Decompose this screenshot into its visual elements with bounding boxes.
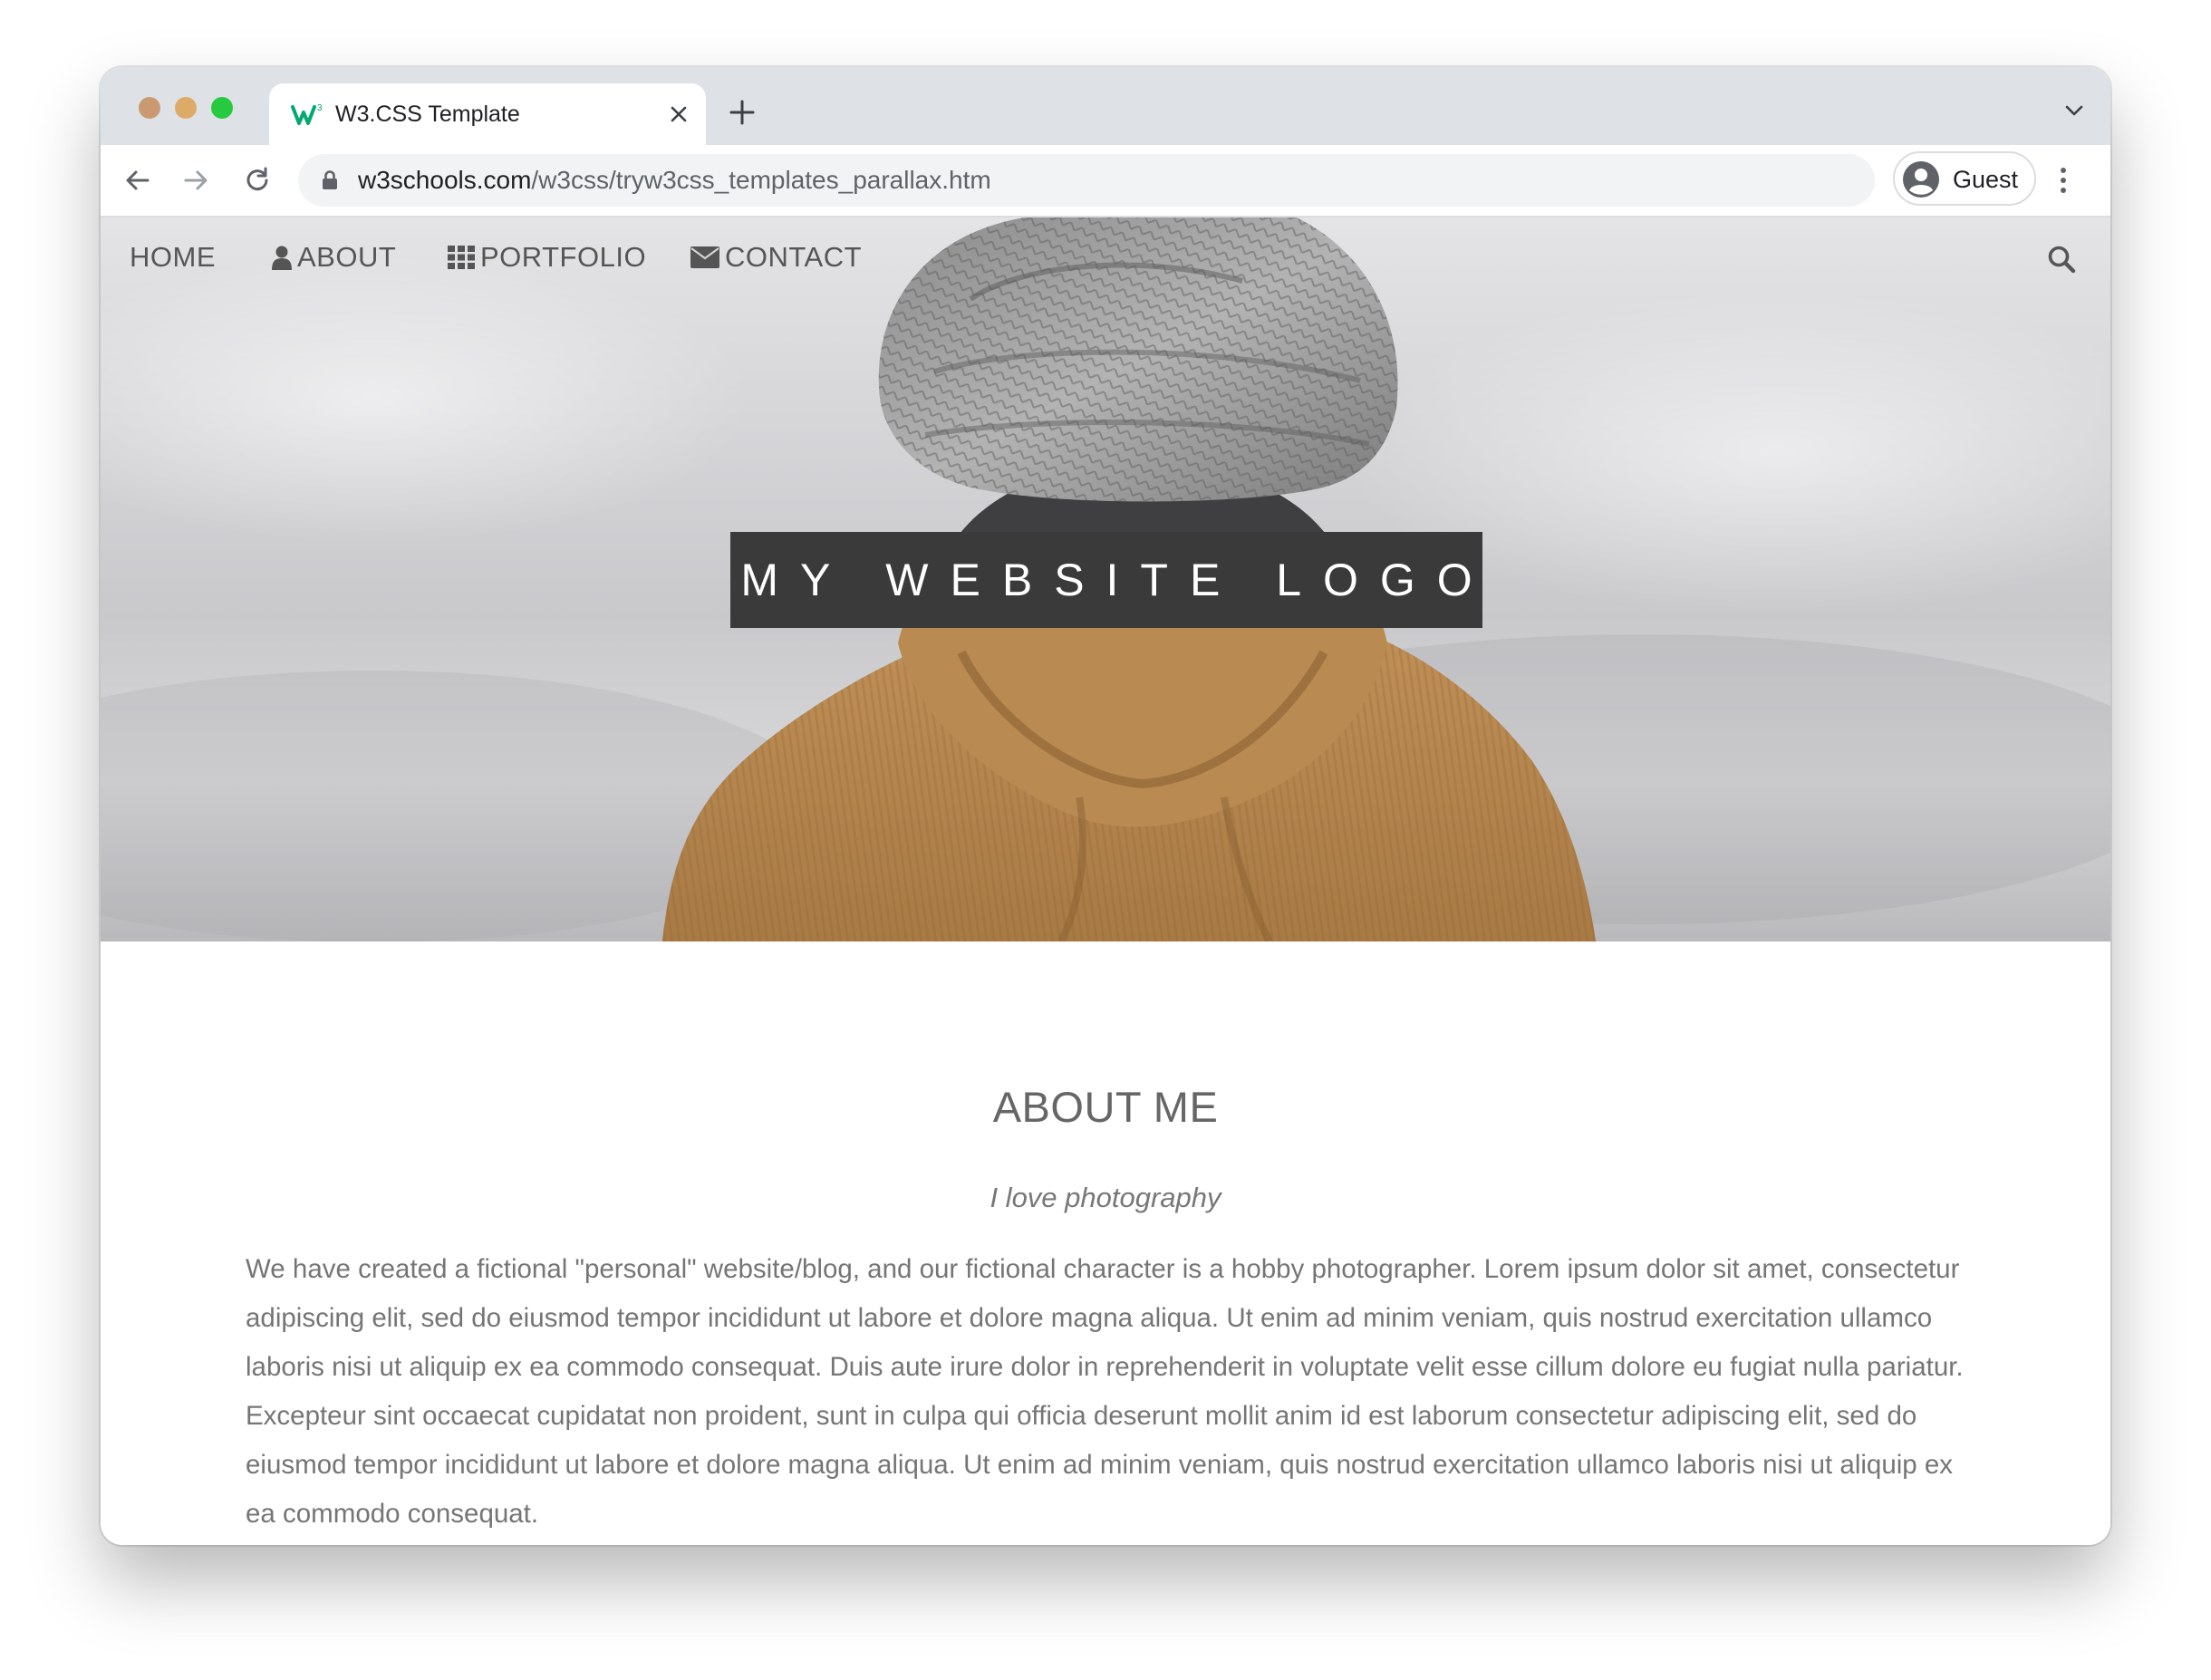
- nav-contact[interactable]: CONTACT: [690, 237, 862, 277]
- tab-strip: 3 W3.CSS Template: [101, 67, 2110, 145]
- about-subheading: I love photography: [990, 1182, 1221, 1213]
- user-icon: [272, 246, 292, 270]
- reload-icon[interactable]: [242, 165, 273, 196]
- site-navbar: HOME ABOUT PORTFOLIO CONTACT: [101, 217, 2110, 297]
- url-host: w3schools.com: [358, 166, 532, 194]
- about-heading: ABOUT ME: [992, 1083, 1219, 1131]
- profile-button[interactable]: Guest: [1893, 151, 2036, 206]
- address-bar[interactable]: w3schools.com/w3css/tryw3css_templates_p…: [298, 154, 1875, 207]
- about-paragraph: We have created a fictional "personal" w…: [246, 1254, 1964, 1529]
- hero-image: HOME ABOUT PORTFOLIO CONTACT MY WEBSITE …: [101, 217, 2110, 941]
- more-options-icon[interactable]: [2058, 165, 2069, 196]
- grid-icon: [448, 246, 475, 269]
- site-logo-banner: MY WEBSITE LOGO: [730, 532, 1482, 628]
- envelope-icon: [690, 246, 719, 268]
- chevron-down-icon[interactable]: [2063, 103, 2085, 118]
- new-tab-icon[interactable]: [729, 99, 756, 126]
- browser-toolbar: w3schools.com/w3css/tryw3css_templates_p…: [101, 145, 2110, 217]
- url-path: /w3css/tryw3css_templates_parallax.htm: [531, 166, 991, 194]
- avatar-icon: [1903, 161, 1939, 198]
- browser-tab[interactable]: 3 W3.CSS Template: [269, 83, 706, 145]
- w3schools-icon: 3: [291, 103, 323, 125]
- nav-about-label: ABOUT: [297, 241, 397, 273]
- nav-portfolio-label: PORTFOLIO: [480, 241, 647, 273]
- nav-portfolio[interactable]: PORTFOLIO: [448, 237, 646, 277]
- tab-title: W3.CSS Template: [335, 101, 520, 127]
- close-tab-icon[interactable]: [668, 103, 690, 125]
- url-text: w3schools.com/w3css/tryw3css_templates_p…: [358, 166, 991, 195]
- zoom-window-button[interactable]: [211, 97, 233, 119]
- profile-name: Guest: [1953, 166, 2019, 193]
- nav-home[interactable]: HOME: [130, 237, 216, 277]
- forward-arrow-icon[interactable]: [180, 165, 211, 196]
- nav-contact-label: CONTACT: [725, 241, 863, 273]
- site-logo-text: MY WEBSITE LOGO: [740, 555, 1494, 605]
- search-icon[interactable]: [2047, 245, 2076, 274]
- svg-text:3: 3: [317, 103, 323, 113]
- about-section: ABOUT ME I love photography We have crea…: [101, 941, 2110, 1545]
- browser-window: 3 W3.CSS Template w3schools.com/w3css/tr…: [101, 67, 2110, 1545]
- close-window-button[interactable]: [139, 97, 160, 119]
- back-arrow-icon[interactable]: [122, 165, 153, 196]
- nav-home-label: HOME: [130, 241, 216, 273]
- minimize-window-button[interactable]: [175, 97, 197, 119]
- web-page: HOME ABOUT PORTFOLIO CONTACT MY WEBSITE …: [101, 217, 2110, 1545]
- lock-icon: [323, 170, 337, 189]
- nav-about[interactable]: ABOUT: [272, 237, 396, 277]
